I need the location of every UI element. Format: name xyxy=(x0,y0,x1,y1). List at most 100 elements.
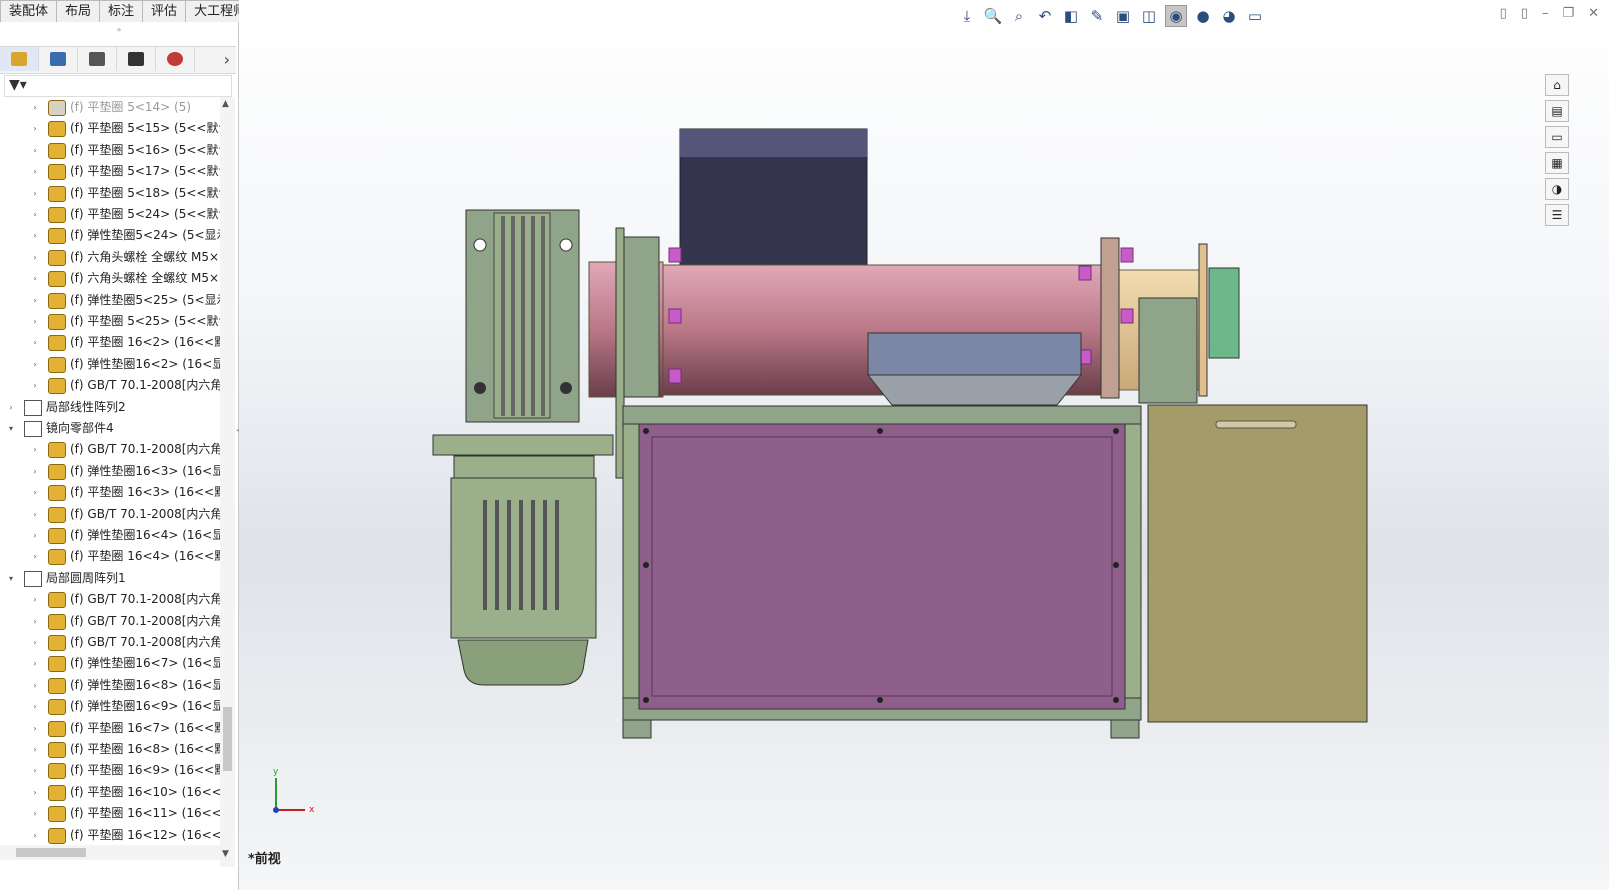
scroll-thumb[interactable] xyxy=(223,707,232,771)
expand-arrow-icon[interactable]: › xyxy=(30,290,40,311)
configuration-manager-tab[interactable] xyxy=(78,47,117,71)
tab-3[interactable]: 评估 xyxy=(143,0,187,23)
scroll-down-icon[interactable]: ▼ xyxy=(222,849,229,859)
display-manager-tab[interactable] xyxy=(156,47,195,71)
tree-item[interactable]: › (f) 平垫圈 16<3> (16<<默认 xyxy=(0,482,220,503)
tree-vertical-scrollbar[interactable]: ▲ ▼ xyxy=(220,97,235,867)
tree-item[interactable]: › (f) 弹性垫圈16<3> (16<显示 xyxy=(0,461,220,482)
expand-arrow-icon[interactable]: › xyxy=(30,760,40,781)
scroll-up-icon[interactable]: ▲ xyxy=(222,99,229,109)
expand-arrow-icon[interactable]: › xyxy=(30,825,40,846)
expand-arrow-icon[interactable]: › xyxy=(30,461,40,482)
motor[interactable] xyxy=(450,455,597,686)
view-palette-icon[interactable]: ▦ xyxy=(1545,152,1569,174)
expand-arrow-icon[interactable]: › xyxy=(30,247,40,268)
custom-properties-icon[interactable]: ☰ xyxy=(1545,204,1569,226)
expand-arrow-icon[interactable]: › xyxy=(30,311,40,332)
tree-item[interactable]: › (f) 弹性垫圈5<24> (5<显示 xyxy=(0,225,220,246)
expand-arrow-icon[interactable]: › xyxy=(30,632,40,653)
home-icon[interactable]: ⌂ xyxy=(1545,74,1569,96)
tree-item[interactable]: › (f) GB/T 70.1-2008[内六角 xyxy=(0,589,220,610)
tree-folder-item[interactable]: › 局部线性阵列2 xyxy=(0,397,220,418)
property-manager-tab[interactable] xyxy=(39,47,78,71)
tree-item[interactable]: › (f) 平垫圈 16<2> (16<<默 xyxy=(0,332,220,353)
tree-item[interactable]: › (f) 平垫圈 5<15> (5<<默认 xyxy=(0,118,220,139)
tree-item[interactable]: › (f) 弹性垫圈16<7> (16<显示 xyxy=(0,653,220,674)
expand-arrow-icon[interactable]: › xyxy=(30,332,40,353)
expand-arrow-icon[interactable]: › xyxy=(30,225,40,246)
expand-arrow-icon[interactable]: › xyxy=(30,204,40,225)
expand-arrow-icon[interactable]: › xyxy=(30,354,40,375)
expand-arrow-icon[interactable]: › xyxy=(30,118,40,139)
expand-arrow-icon[interactable]: › xyxy=(30,183,40,204)
tree-item[interactable]: › (f) 平垫圈 16<11> (16<<默 xyxy=(0,803,220,824)
tree-item[interactable]: › (f) 平垫圈 16<10> (16<<默 xyxy=(0,782,220,803)
expand-arrow-icon[interactable]: › xyxy=(30,718,40,739)
tree-item[interactable]: › (f) 平垫圈 5<24> (5<<默认 xyxy=(0,204,220,225)
expand-arrow-icon[interactable]: › xyxy=(30,504,40,525)
panel-grip[interactable]: ⚬ xyxy=(0,22,238,40)
tree-item[interactable]: › (f) GB/T 70.1-2008[内六角 xyxy=(0,611,220,632)
dimxpert-manager-tab[interactable] xyxy=(117,47,156,71)
tree-item[interactable]: › (f) 平垫圈 5<25> (5<<默认 xyxy=(0,311,220,332)
tree-item[interactable]: › (f) 六角头螺栓 全螺纹 M5× xyxy=(0,268,220,289)
tab-1[interactable]: 布局 xyxy=(57,0,101,23)
access-panel[interactable] xyxy=(638,423,1126,710)
tree-folder-item[interactable]: ▾ 镜向零部件4 xyxy=(0,418,220,439)
expand-arrow-icon[interactable]: › xyxy=(30,375,40,396)
tree-item[interactable]: › (f) 平垫圈 5<14> (5) xyxy=(0,97,220,118)
expand-arrow-icon[interactable]: › xyxy=(30,97,40,118)
tree-filter[interactable]: ▼▾ xyxy=(4,75,232,97)
tab-2[interactable]: 标注 xyxy=(100,0,144,23)
expand-arrow-icon[interactable]: › xyxy=(30,653,40,674)
appearances-icon[interactable]: ◑ xyxy=(1545,178,1569,200)
tree-item[interactable]: › (f) 弹性垫圈16<8> (16<显示 xyxy=(0,675,220,696)
tree-item[interactable]: › (f) 弹性垫圈16<9> (16<显示 xyxy=(0,696,220,717)
scroll-thumb-horizontal[interactable] xyxy=(16,848,86,857)
expand-arrow-icon[interactable]: › xyxy=(6,397,16,418)
expand-arrow-icon[interactable]: › xyxy=(30,546,40,567)
expand-arrow-icon[interactable]: › xyxy=(30,439,40,460)
panel-expand-arrow[interactable]: › xyxy=(224,50,230,69)
expand-arrow-icon[interactable]: › xyxy=(30,525,40,546)
file-explorer-icon[interactable]: ▭ xyxy=(1545,126,1569,148)
expand-arrow-icon[interactable]: › xyxy=(30,161,40,182)
tree-item[interactable]: › (f) 平垫圈 16<9> (16<<默认 xyxy=(0,760,220,781)
expand-arrow-icon[interactable]: › xyxy=(30,611,40,632)
gearbox[interactable] xyxy=(432,209,614,456)
tree-item[interactable]: › (f) GB/T 70.1-2008[内六角 xyxy=(0,439,220,460)
tree-item[interactable]: › (f) 平垫圈 16<12> (16<<默 xyxy=(0,825,220,846)
feature-manager-tab[interactable] xyxy=(0,47,39,71)
expand-arrow-icon[interactable]: › xyxy=(30,675,40,696)
tree-item[interactable]: › (f) 平垫圈 5<18> (5<<默认 xyxy=(0,183,220,204)
hopper-box[interactable] xyxy=(669,128,881,285)
tree-item[interactable]: › (f) GB/T 70.1-2008[内六角 xyxy=(0,504,220,525)
expand-arrow-icon[interactable]: › xyxy=(30,589,40,610)
tree-item[interactable]: › (f) 平垫圈 16<7> (16<<默认 xyxy=(0,718,220,739)
tree-horizontal-scrollbar[interactable] xyxy=(0,845,220,860)
expand-arrow-icon[interactable]: › xyxy=(30,140,40,161)
collapse-arrow-icon[interactable]: ▾ xyxy=(6,568,16,589)
tree-item[interactable]: › (f) 平垫圈 5<16> (5<<默认 xyxy=(0,140,220,161)
collapse-arrow-icon[interactable]: ▾ xyxy=(6,418,16,439)
expand-arrow-icon[interactable]: › xyxy=(30,482,40,503)
design-library-icon[interactable]: ▤ xyxy=(1545,100,1569,122)
tree-item[interactable]: › (f) GB/T 70.1-2008[内六角 xyxy=(0,375,220,396)
tree-item[interactable]: › (f) 平垫圈 5<17> (5<<默认 xyxy=(0,161,220,182)
expand-arrow-icon[interactable]: › xyxy=(30,268,40,289)
tree-item[interactable]: › (f) 平垫圈 16<8> (16<<默认 xyxy=(0,739,220,760)
filter-icon[interactable]: ▼▾ xyxy=(9,77,27,93)
tree-item[interactable]: › (f) 平垫圈 16<4> (16<<默认 xyxy=(0,546,220,567)
tree-item[interactable]: › (f) 弹性垫圈5<25> (5<显示 xyxy=(0,290,220,311)
expand-arrow-icon[interactable]: › xyxy=(30,803,40,824)
expand-arrow-icon[interactable]: › xyxy=(30,696,40,717)
tree-item[interactable]: › (f) GB/T 70.1-2008[内六角 xyxy=(0,632,220,653)
discharge-chute[interactable] xyxy=(866,332,1083,406)
graphics-area[interactable]: ⤓ 🔍 ⌕ ↶ ◧ ✎ ▣ ◫ ◉ ● ◕ ▭ ▯ ▯ – ❐ ✕ y x ⌂ … xyxy=(239,0,1609,890)
collection-box[interactable] xyxy=(1147,404,1368,723)
tab-0[interactable]: 装配体 xyxy=(0,0,58,23)
tree-item[interactable]: › (f) 弹性垫圈16<4> (16<显示 xyxy=(0,525,220,546)
expand-arrow-icon[interactable]: › xyxy=(30,739,40,760)
tree-folder-item[interactable]: ▾ 局部圆周阵列1 xyxy=(0,568,220,589)
expand-arrow-icon[interactable]: › xyxy=(30,782,40,803)
